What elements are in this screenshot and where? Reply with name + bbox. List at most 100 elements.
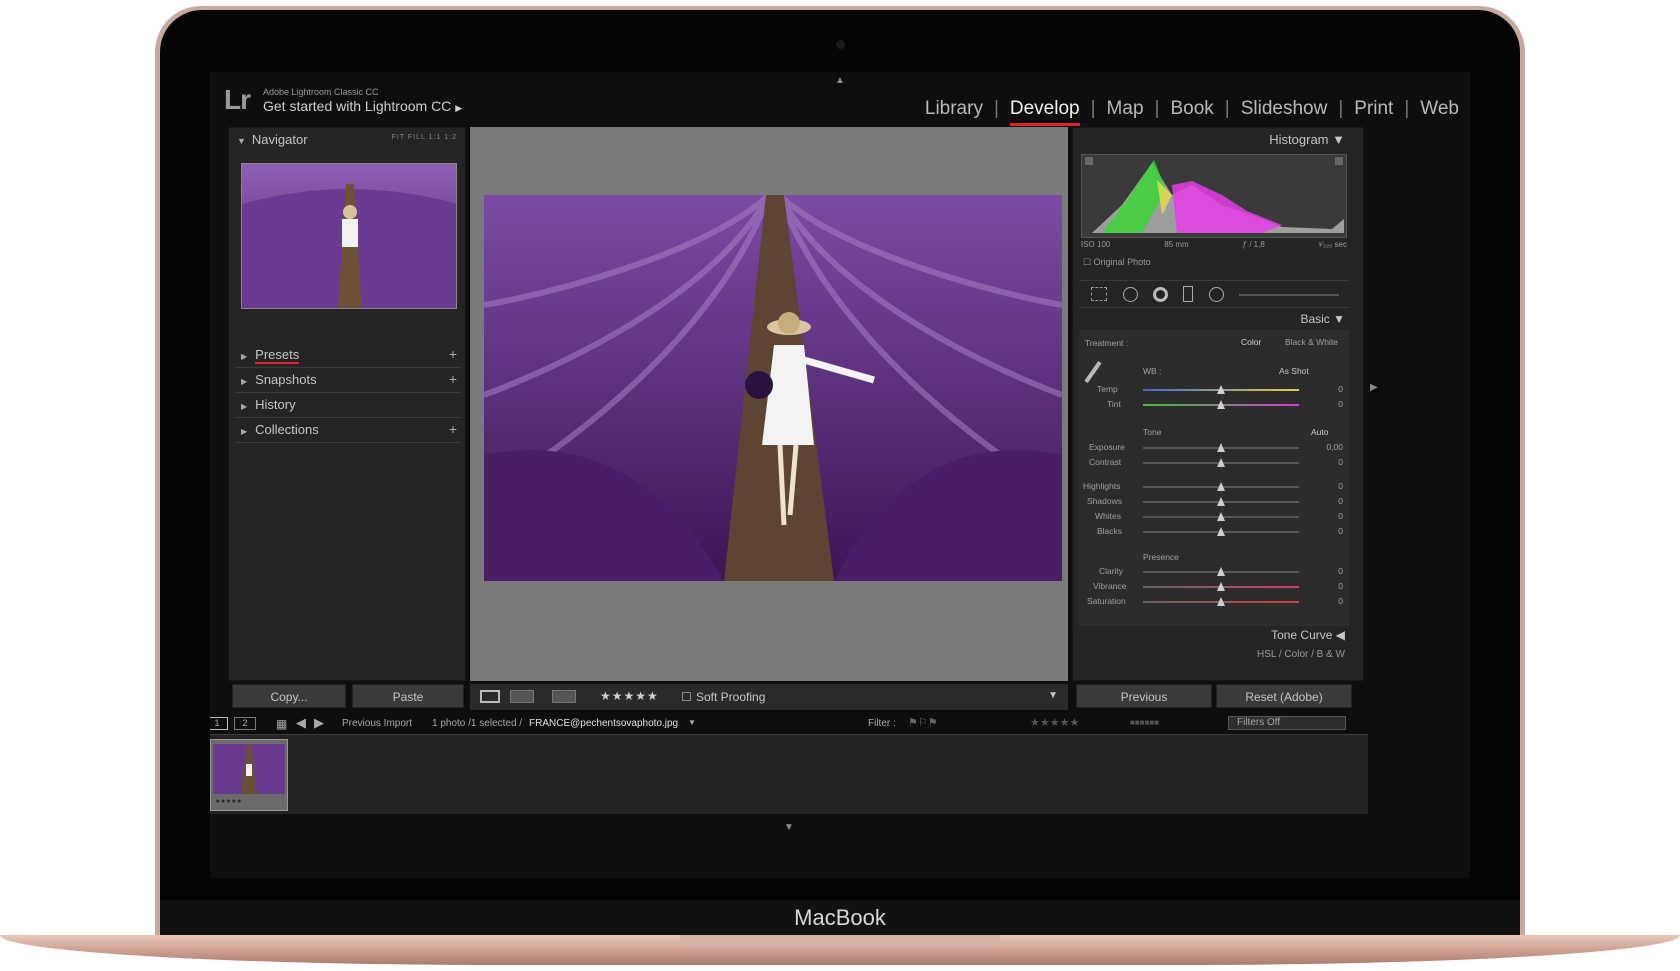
shadow-clipping-icon[interactable] xyxy=(1085,157,1093,165)
copy-button[interactable]: Copy... xyxy=(232,684,346,708)
filter-label: Filter : xyxy=(868,718,896,729)
window-2-button[interactable]: 2 xyxy=(234,717,256,730)
panel-toggle-bottom-icon[interactable]: ▼ xyxy=(784,822,794,833)
crop-icon[interactable] xyxy=(1091,287,1107,301)
flag-filter-icon[interactable]: ⚑⚐⚑ xyxy=(908,716,938,729)
soft-proofing-label: Soft Proofing xyxy=(696,690,766,704)
module-develop[interactable]: Develop xyxy=(999,98,1091,126)
exif-focal: 85 mm xyxy=(1164,240,1189,249)
slider-label-contrast: Contrast xyxy=(1089,457,1122,467)
filmstrip: ★★★★★ xyxy=(210,734,1368,814)
basic-header[interactable]: Basic ▼ xyxy=(1073,312,1363,326)
red-eye-icon[interactable] xyxy=(1153,287,1168,302)
toolbar-menu-icon[interactable]: ▼ xyxy=(1048,690,1058,701)
disclosure-right-icon: ▶ xyxy=(241,427,248,436)
slider-label-shadows: Shadows xyxy=(1087,496,1122,506)
slider-label-temp: Temp xyxy=(1097,384,1118,394)
back-arrow-icon[interactable]: ◀ xyxy=(296,715,306,731)
filename-menu-icon[interactable]: ▼ xyxy=(688,718,696,727)
blacks-slider[interactable] xyxy=(1143,527,1299,536)
radial-filter-icon[interactable] xyxy=(1209,287,1224,302)
brush-size-slider[interactable] xyxy=(1239,294,1339,296)
panel-toggle-top-icon[interactable]: ▲ xyxy=(835,75,845,86)
reset-button[interactable]: Reset (Adobe) xyxy=(1216,684,1352,708)
left-panel: ▼ Navigator FIT FILL 1:1 1:2 ▶ Presets + ▶ S… xyxy=(228,127,466,681)
filters-off-select[interactable]: Filters Off xyxy=(1228,716,1346,730)
module-web[interactable]: Web xyxy=(1409,98,1470,120)
disclosure-right-icon: ▶ xyxy=(241,377,248,386)
clarity-slider[interactable] xyxy=(1143,567,1299,576)
module-slideshow[interactable]: Slideshow xyxy=(1230,98,1339,120)
temp-slider[interactable] xyxy=(1143,385,1299,394)
module-print[interactable]: Print xyxy=(1343,98,1404,120)
soft-proofing-checkbox[interactable] xyxy=(682,692,691,701)
module-map[interactable]: Map xyxy=(1096,98,1155,120)
right-panel-toggle-icon[interactable]: ▶ xyxy=(1370,382,1378,393)
slider-label-saturation: Saturation xyxy=(1087,596,1126,606)
rating-filter-icon[interactable]: ★★★★★ xyxy=(1030,716,1079,729)
exif-aperture: ƒ / 1,8 xyxy=(1242,240,1265,249)
highlight-clipping-icon[interactable] xyxy=(1335,157,1343,165)
wb-select[interactable]: As Shot xyxy=(1279,366,1309,376)
hsl-header[interactable]: HSL / Color / B & W xyxy=(1073,649,1363,657)
right-buttons: Previous Reset (Adobe) xyxy=(1072,684,1364,710)
source-label[interactable]: Previous Import xyxy=(342,718,412,729)
device-brand: MacBook xyxy=(794,905,886,930)
collections-section[interactable]: ▶ Collections + xyxy=(235,419,461,443)
color-filter-icon[interactable]: ■■■■■■ xyxy=(1130,718,1159,727)
vibrance-slider[interactable] xyxy=(1143,582,1299,591)
treatment-bw[interactable]: Black & White xyxy=(1285,337,1338,347)
lightroom-window: ▲ Lr Adobe Lightroom Classic CC Get star… xyxy=(210,72,1470,878)
paste-button[interactable]: Paste xyxy=(352,684,464,708)
filename[interactable]: FRANCE@pechentsovaphoto.jpg xyxy=(529,718,678,729)
navigator-header[interactable]: ▼ Navigator FIT FILL 1:1 1:2 xyxy=(229,128,465,152)
left-buttons: Copy... Paste xyxy=(228,684,466,710)
tone-curve-header[interactable]: Tone Curve ◀ xyxy=(1073,628,1363,642)
navigator-zoom-options[interactable]: FIT FILL 1:1 1:2 xyxy=(392,134,457,141)
slider-label-vibrance: Vibrance xyxy=(1093,581,1127,591)
lr-logo: Lr xyxy=(224,84,251,115)
identity-plate-main[interactable]: Get started with Lightroom CC ▶ xyxy=(263,98,462,114)
grid-view-icon[interactable]: ▦ xyxy=(276,717,287,731)
history-section[interactable]: ▶ History xyxy=(235,394,461,418)
develop-toolbar: ★★★★★ Soft Proofing ▼ xyxy=(470,684,1068,710)
exif-info: ISO 100 85 mm ƒ / 1,8 ¹⁄₃₂₀ sec xyxy=(1081,240,1347,249)
histogram-header[interactable]: Histogram ▼ xyxy=(1073,128,1363,152)
whites-slider[interactable] xyxy=(1143,512,1299,521)
auto-button[interactable]: Auto xyxy=(1311,427,1329,437)
saturation-slider[interactable] xyxy=(1143,597,1299,606)
contrast-slider[interactable] xyxy=(1143,458,1299,467)
rating-stars[interactable]: ★★★★★ xyxy=(600,689,659,703)
previous-button[interactable]: Previous xyxy=(1076,684,1212,708)
basic-panel: Treatment : Color Black & White WB : As … xyxy=(1079,330,1349,626)
wb-label: WB : xyxy=(1143,366,1162,376)
window-1-button[interactable]: 1 xyxy=(210,717,228,730)
treatment-label: Treatment : xyxy=(1085,338,1129,348)
presence-label: Presence xyxy=(1143,552,1179,562)
snapshots-section[interactable]: ▶ Snapshots + xyxy=(235,369,461,393)
navigator-preview[interactable] xyxy=(241,163,457,309)
wb-eyedropper-icon[interactable] xyxy=(1084,361,1102,383)
original-photo-checkbox[interactable]: ☐ Original Photo xyxy=(1083,257,1151,268)
histogram[interactable] xyxy=(1081,154,1347,238)
module-book[interactable]: Book xyxy=(1159,98,1224,120)
shadows-slider[interactable] xyxy=(1143,497,1299,506)
main-photo[interactable] xyxy=(484,195,1062,581)
loupe-view-icon[interactable] xyxy=(480,690,500,703)
yy-view-icon[interactable] xyxy=(552,690,576,703)
add-snapshot-icon: + xyxy=(448,371,457,387)
before-after-icon[interactable] xyxy=(510,690,534,703)
tint-slider[interactable] xyxy=(1143,400,1299,409)
exif-iso: ISO 100 xyxy=(1081,240,1111,249)
filmstrip-bar: 1 2 ▦ ◀ ▶ Previous Import 1 photo /1 sel… xyxy=(210,712,1360,736)
presets-section[interactable]: ▶ Presets + xyxy=(235,344,461,368)
treatment-color[interactable]: Color xyxy=(1241,337,1261,347)
spot-removal-icon[interactable] xyxy=(1123,287,1138,302)
module-library[interactable]: Library xyxy=(914,98,994,120)
module-picker: Library | Develop | Map | Book | Slideshow | … xyxy=(914,98,1470,126)
highlights-slider[interactable] xyxy=(1143,482,1299,491)
filmstrip-thumbnail[interactable]: ★★★★★ xyxy=(210,739,288,811)
graduated-filter-icon[interactable] xyxy=(1183,286,1193,302)
exposure-slider[interactable] xyxy=(1143,443,1299,452)
forward-arrow-icon[interactable]: ▶ xyxy=(314,715,324,731)
